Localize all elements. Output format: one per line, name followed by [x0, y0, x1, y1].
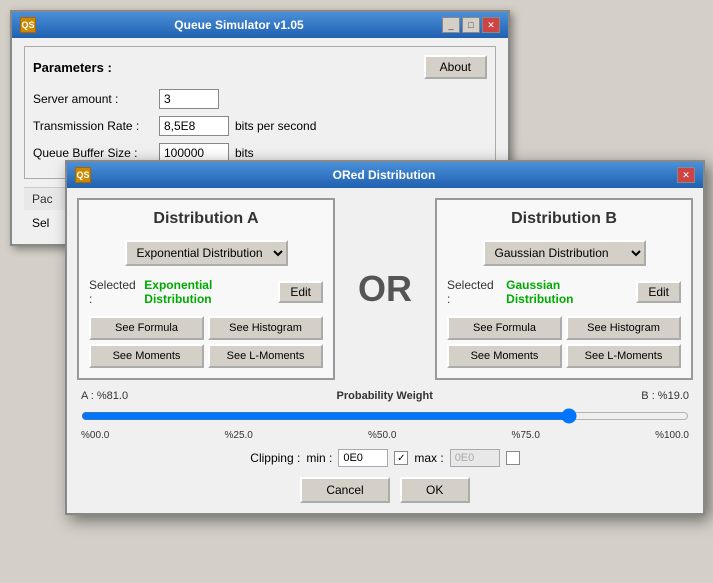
tick-50: %50.0: [368, 430, 396, 441]
tick-75: %75.0: [512, 430, 540, 441]
server-amount-label: Server amount :: [33, 92, 153, 106]
transmission-rate-row: Transmission Rate : bits per second: [33, 116, 487, 136]
dist-a-selected-label: Selected :: [89, 278, 138, 306]
clipping-row: Clipping : min : max :: [77, 449, 693, 467]
main-title: Queue Simulator v1.05: [36, 18, 442, 32]
queue-buffer-unit: bits: [235, 146, 254, 160]
close-button[interactable]: ✕: [482, 17, 500, 33]
server-amount-row: Server amount :: [33, 89, 487, 109]
prob-a-label: A : %81.0: [81, 390, 128, 402]
transmission-unit: bits per second: [235, 119, 316, 133]
dist-b-actions: See Formula See Histogram See Moments Se…: [447, 316, 681, 368]
distributions-row: Distribution A Exponential Distribution …: [77, 198, 693, 380]
tick-labels: %00.0 %25.0 %50.0 %75.0 %100.0: [81, 430, 689, 441]
clipping-min-input[interactable]: [338, 449, 388, 467]
sel-label: Sel: [32, 216, 49, 230]
distribution-b-panel: Distribution B Exponential Distribution …: [435, 198, 693, 380]
dist-a-dropdown-row: Exponential Distribution Gaussian Distri…: [89, 240, 323, 266]
dist-b-title: Distribution B: [447, 210, 681, 228]
distribution-a-panel: Distribution A Exponential Distribution …: [77, 198, 335, 380]
tick-0: %00.0: [81, 430, 109, 441]
modal-titlebar-controls: ✕: [677, 167, 695, 183]
app-icon: QS: [20, 17, 36, 33]
dist-a-edit-button[interactable]: Edit: [278, 281, 323, 303]
clipping-label: Clipping :: [250, 451, 300, 465]
tick-25: %25.0: [225, 430, 253, 441]
dist-a-selected-row: Selected : Exponential Distribution Edit: [89, 278, 323, 306]
dist-a-selected-value: Exponential Distribution: [144, 278, 272, 306]
dist-a-lmoments-button[interactable]: See L-Moments: [208, 344, 323, 368]
main-titlebar: QS Queue Simulator v1.05 _ □ ✕: [12, 12, 508, 38]
dist-a-actions: See Formula See Histogram See Moments Se…: [89, 316, 323, 368]
transmission-rate-input[interactable]: [159, 116, 229, 136]
dist-b-lmoments-button[interactable]: See L-Moments: [566, 344, 681, 368]
prob-weight-slider[interactable]: [81, 406, 689, 426]
modal-titlebar: QS ORed Distribution ✕: [67, 162, 703, 188]
prob-header: A : %81.0 Probability Weight B : %19.0: [81, 390, 689, 402]
about-button[interactable]: About: [424, 55, 487, 79]
prob-slider-container: [81, 406, 689, 426]
dist-b-histogram-button[interactable]: See Histogram: [566, 316, 681, 340]
tick-100: %100.0: [655, 430, 689, 441]
transmission-rate-label: Transmission Rate :: [33, 119, 153, 133]
dist-a-title: Distribution A: [89, 210, 323, 228]
queue-buffer-label: Queue Buffer Size :: [33, 146, 153, 160]
params-header: Parameters : About: [33, 55, 487, 79]
bottom-buttons: Cancel OK: [77, 477, 693, 503]
prob-b-label: B : %19.0: [641, 390, 689, 402]
clipping-max-input[interactable]: [450, 449, 500, 467]
dist-a-moments-button[interactable]: See Moments: [89, 344, 204, 368]
modal-close-button[interactable]: ✕: [677, 167, 695, 183]
prob-weight-label: Probability Weight: [337, 390, 433, 402]
cancel-button[interactable]: Cancel: [300, 477, 389, 503]
server-amount-input[interactable]: [159, 89, 219, 109]
or-label: OR: [345, 198, 425, 380]
modal-app-icon: QS: [75, 167, 91, 183]
clipping-max-checkbox[interactable]: [506, 451, 520, 465]
titlebar-controls: _ □ ✕: [442, 17, 500, 33]
minimize-button[interactable]: _: [442, 17, 460, 33]
clipping-min-label: min :: [306, 451, 332, 465]
dist-b-select[interactable]: Exponential Distribution Gaussian Distri…: [483, 240, 646, 266]
prob-weight-section: A : %81.0 Probability Weight B : %19.0 %…: [77, 390, 693, 441]
dist-b-selected-value: Gaussian Distribution: [506, 278, 630, 306]
dist-b-moments-button[interactable]: See Moments: [447, 344, 562, 368]
dist-a-select[interactable]: Exponential Distribution Gaussian Distri…: [125, 240, 288, 266]
maximize-button[interactable]: □: [462, 17, 480, 33]
modal-content: Distribution A Exponential Distribution …: [67, 188, 703, 513]
pac-label: Pac: [32, 192, 53, 206]
dist-b-selected-row: Selected : Gaussian Distribution Edit: [447, 278, 681, 306]
clipping-checkbox[interactable]: [394, 451, 408, 465]
modal-title: ORed Distribution: [91, 168, 677, 182]
clipping-max-label: max :: [414, 451, 443, 465]
dist-a-formula-button[interactable]: See Formula: [89, 316, 204, 340]
dist-b-selected-label: Selected :: [447, 278, 500, 306]
dist-b-dropdown-row: Exponential Distribution Gaussian Distri…: [447, 240, 681, 266]
dist-b-formula-button[interactable]: See Formula: [447, 316, 562, 340]
params-label: Parameters :: [33, 60, 112, 75]
ok-button[interactable]: OK: [400, 477, 470, 503]
modal-window: QS ORed Distribution ✕ Distribution A Ex…: [65, 160, 705, 515]
dist-a-histogram-button[interactable]: See Histogram: [208, 316, 323, 340]
dist-b-edit-button[interactable]: Edit: [636, 281, 681, 303]
